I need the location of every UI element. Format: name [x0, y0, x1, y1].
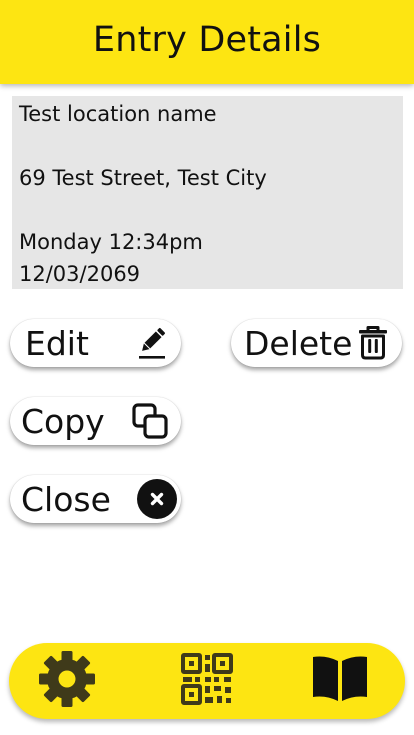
journal-nav-button[interactable]	[310, 651, 370, 711]
entry-details-card: Test location name 69 Test Street, Test …	[12, 96, 403, 289]
open-book-icon	[311, 654, 369, 708]
qr-scan-nav-button[interactable]	[177, 651, 237, 711]
close-circle-icon	[136, 478, 178, 520]
edit-button-label: Edit	[25, 323, 89, 363]
copy-icon	[132, 403, 168, 439]
page-title: Entry Details	[92, 19, 322, 60]
entry-date: 12/03/2069	[19, 262, 141, 286]
delete-button[interactable]: Delete	[231, 319, 402, 367]
day-time: Monday 12:34pm	[19, 230, 203, 254]
close-button[interactable]: Close	[10, 475, 181, 523]
location-name: Test location name	[19, 102, 217, 126]
settings-nav-button[interactable]	[37, 651, 97, 711]
copy-button[interactable]: Copy	[10, 397, 181, 445]
edit-button[interactable]: Edit	[10, 319, 181, 367]
bottom-nav-bar	[9, 643, 405, 719]
copy-button-label: Copy	[21, 401, 105, 441]
close-button-label: Close	[21, 479, 111, 519]
delete-button-label: Delete	[244, 323, 353, 363]
qr-code-icon	[179, 651, 235, 711]
address: 69 Test Street, Test City	[19, 166, 267, 190]
trash-icon	[358, 326, 388, 360]
pencil-icon	[137, 327, 167, 359]
app-header: Entry Details	[0, 0, 414, 84]
gear-icon	[38, 650, 96, 712]
